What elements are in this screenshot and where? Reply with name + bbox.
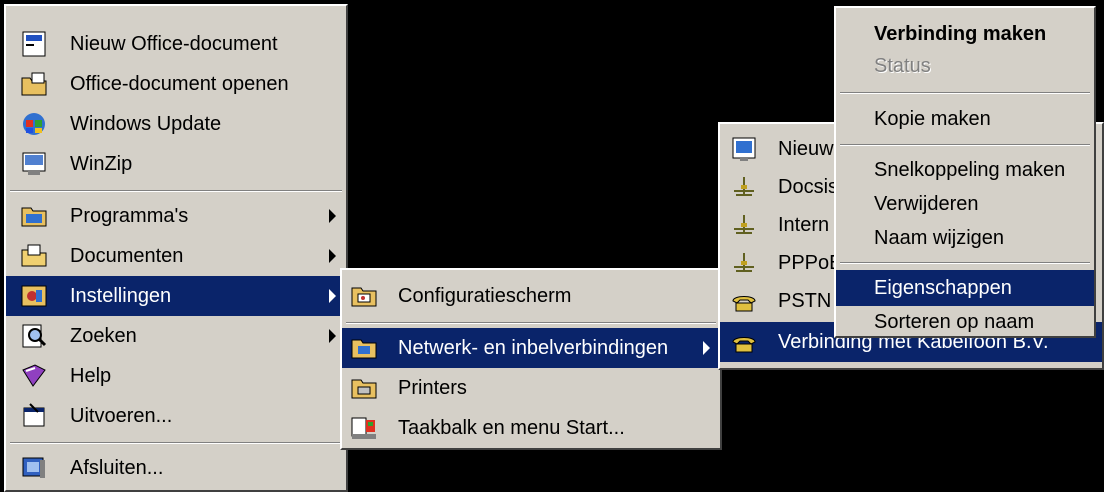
shutdown-icon — [22, 457, 45, 478]
menu-item-label: Netwerk- en inbelverbindingen — [398, 336, 669, 359]
lan-connection-icon — [734, 253, 754, 272]
documents-folder-icon — [21, 244, 47, 267]
run-icon — [23, 403, 45, 427]
menu-item-label: Verbinding maken — [874, 22, 1047, 45]
context-item-properties[interactable]: Eigenschappen — [836, 270, 1094, 306]
menu-item-network-connections[interactable]: Netwerk- en inbelverbindingen — [342, 328, 720, 368]
menu-item-label: Office-document openen — [70, 72, 289, 95]
help-book-icon — [22, 364, 46, 387]
menu-item-label: Printers — [398, 376, 467, 399]
menu-separator — [840, 144, 1090, 146]
context-item-create-shortcut[interactable]: Snelkoppeling maken — [836, 152, 1094, 188]
submenu-arrow-icon — [329, 249, 336, 263]
context-item-sort-by-name[interactable]: Sorteren op naam — [836, 306, 1094, 338]
menu-item-label: Instellingen — [70, 284, 172, 307]
winzip-icon — [22, 152, 46, 175]
settings-submenu: Configuratiescherm Netwerk- en inbelverb… — [340, 268, 722, 450]
menu-item-label: Intern — [778, 213, 830, 236]
menu-item-label: Status — [874, 54, 931, 77]
menu-item-label: Zoeken — [70, 324, 137, 347]
office-new-icon — [22, 31, 46, 57]
submenu-arrow-icon — [703, 341, 710, 355]
menu-separator — [840, 262, 1090, 264]
settings-icon — [21, 285, 47, 307]
menu-item-shutdown[interactable]: Afsluiten... — [6, 448, 346, 488]
menu-item-label: Naam wijzigen — [874, 226, 1005, 249]
office-open-icon — [21, 72, 47, 96]
menu-item-label: Help — [70, 364, 112, 387]
submenu-arrow-icon — [329, 329, 336, 343]
menu-item-label: PSTN I — [778, 289, 843, 312]
new-connection-icon — [732, 137, 756, 161]
menu-item-label: Documenten — [70, 244, 184, 267]
lan-connection-icon — [734, 215, 754, 234]
menu-item-label: Configuratiescherm — [398, 284, 572, 307]
control-panel-icon — [351, 287, 377, 307]
menu-item-open-office-document[interactable]: Office-document openen — [6, 64, 346, 104]
context-item-delete[interactable]: Verwijderen — [836, 186, 1094, 222]
menu-item-label: Nieuw Office-document — [70, 32, 278, 55]
menu-item-label: Eigenschappen — [874, 276, 1012, 299]
dialup-phone-icon — [732, 296, 756, 312]
menu-item-taskbar-start[interactable]: Taakbalk en menu Start... — [342, 408, 720, 448]
lan-connection-icon — [734, 177, 754, 196]
context-menu: Verbinding maken Status Kopie maken Snel… — [834, 6, 1096, 338]
menu-item-label: Docsis — [778, 175, 839, 198]
menu-separator — [10, 190, 342, 192]
menu-item-label: PPPoE — [778, 251, 843, 274]
windows-update-icon — [23, 113, 45, 135]
menu-item-settings[interactable]: Instellingen — [6, 276, 346, 316]
menu-item-label: Sorteren op naam — [874, 310, 1035, 333]
submenu-arrow-icon — [329, 289, 336, 303]
menu-item-winzip[interactable]: WinZip — [6, 144, 346, 184]
menu-item-run[interactable]: Uitvoeren... — [6, 396, 346, 436]
menu-item-label: Uitvoeren... — [70, 404, 173, 427]
menu-item-documents[interactable]: Documenten — [6, 236, 346, 276]
menu-item-programs[interactable]: Programma's — [6, 196, 346, 236]
submenu-arrow-icon — [329, 209, 336, 223]
menu-item-control-panel[interactable]: Configuratiescherm — [342, 276, 720, 316]
menu-item-label: Programma's — [70, 204, 189, 227]
menu-item-label: WinZip — [70, 152, 133, 175]
context-item-rename[interactable]: Naam wijzigen — [836, 220, 1094, 256]
menu-item-help[interactable]: Help — [6, 356, 346, 396]
menu-item-label: Afsluiten... — [70, 456, 164, 479]
menu-separator — [10, 442, 342, 444]
menu-separator — [346, 322, 716, 324]
context-item-status: Status — [836, 48, 1094, 84]
menu-item-search[interactable]: Zoeken — [6, 316, 346, 356]
context-item-connect[interactable]: Verbinding maken — [836, 16, 1094, 52]
context-item-copy[interactable]: Kopie maken — [836, 100, 1094, 138]
menu-item-label: Snelkoppeling maken — [874, 158, 1066, 181]
menu-separator — [840, 92, 1090, 94]
printers-icon — [351, 379, 377, 399]
menu-item-printers[interactable]: Printers — [342, 368, 720, 408]
menu-item-label: Kopie maken — [874, 107, 991, 130]
menu-item-label: Taakbalk en menu Start... — [398, 416, 625, 439]
network-connections-icon — [351, 339, 377, 359]
search-icon — [22, 324, 47, 348]
dialup-phone-icon — [732, 337, 756, 353]
menu-item-label: Nieuw — [778, 137, 834, 160]
start-menu: Nieuw Office-document Office-document op… — [4, 4, 348, 492]
taskbar-icon — [351, 417, 376, 439]
menu-item-windows-update[interactable]: Windows Update — [6, 104, 346, 144]
menu-item-label: Windows Update — [70, 112, 222, 135]
programs-folder-icon — [21, 207, 47, 227]
menu-item-new-office-document[interactable]: Nieuw Office-document — [6, 24, 346, 64]
menu-item-label: Verwijderen — [874, 192, 979, 215]
